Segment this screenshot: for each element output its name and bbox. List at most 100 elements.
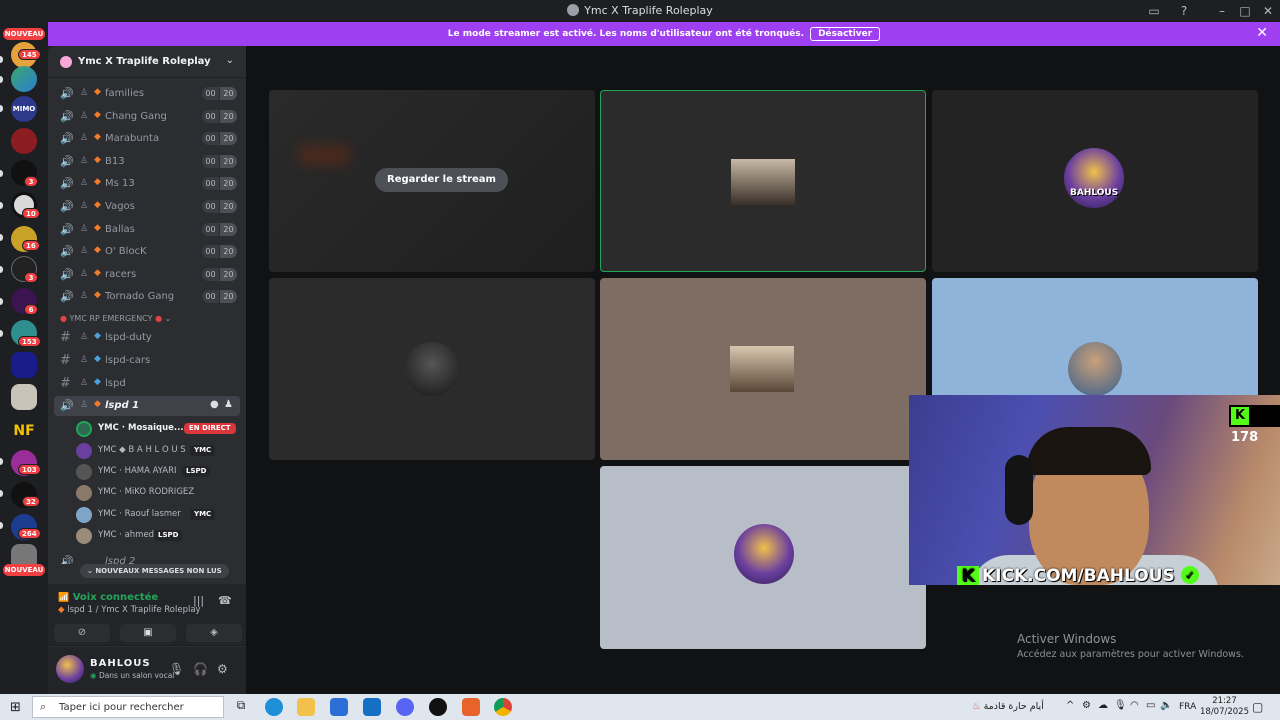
voice-user[interactable]: YMC · Raouf lasmer YMC bbox=[76, 505, 238, 525]
voice-channel-lspd-1[interactable]: 🔊 ♙ ◆ lspd 1 ● ♟ bbox=[54, 396, 240, 416]
server-header[interactable]: Ymc X Traplife Roleplay ⌄ bbox=[48, 46, 246, 78]
diamond-icon: ◆ bbox=[94, 267, 101, 278]
voice-channel[interactable]: 🔊 ♙ ◆ B13 00 20 bbox=[54, 152, 240, 172]
server-icon[interactable] bbox=[11, 352, 37, 378]
voice-channel[interactable]: 🔊 ♙ ◆ Tornado Gang 00 20 bbox=[54, 287, 240, 307]
headphones-icon[interactable]: 🎧 bbox=[193, 662, 208, 676]
voice-channel[interactable]: 🔊 ♙ ◆ families 00 20 bbox=[54, 84, 240, 104]
screen-share-button[interactable]: ▣ bbox=[120, 624, 176, 642]
participant-tile[interactable] bbox=[600, 466, 926, 649]
voice-channel[interactable]: 🔊 ♙ ◆ Chang Gang 00 20 bbox=[54, 107, 240, 127]
participant-tile[interactable]: BAHLOUS bbox=[932, 90, 1258, 272]
channel-label: Ballas bbox=[105, 223, 135, 235]
voice-user[interactable]: YMC · ahmed LSPD bbox=[76, 526, 238, 546]
watermark-title: Activer Windows bbox=[1017, 632, 1117, 646]
participant-tile[interactable] bbox=[269, 278, 595, 460]
server-icon[interactable] bbox=[11, 66, 37, 92]
voice-user[interactable]: YMC · Mosaique... EN DIRECT bbox=[76, 419, 238, 439]
voice-channel[interactable]: 🔊 ♙ ◆ Vagos 00 20 bbox=[54, 197, 240, 217]
tray-app-icon[interactable]: ⚙ bbox=[1082, 700, 1091, 711]
gear-icon[interactable]: ⚙ bbox=[217, 662, 228, 676]
microphone-icon[interactable]: 🎙 bbox=[169, 662, 184, 676]
channel-label: racers bbox=[105, 268, 137, 280]
voice-user-name: YMC · Raouf lasmer bbox=[98, 509, 181, 519]
wifi-icon[interactable]: ◠ bbox=[1130, 700, 1139, 711]
server-icon[interactable] bbox=[11, 128, 37, 154]
voice-user[interactable]: YMC · MiKO RODRIGEZ bbox=[76, 483, 238, 503]
outlook-icon[interactable] bbox=[363, 698, 381, 716]
noise-suppression-icon[interactable]: ||| bbox=[193, 594, 204, 607]
unread-pill bbox=[0, 105, 3, 112]
camera-off-button[interactable]: ⊘ bbox=[54, 624, 110, 642]
notification-icon[interactable]: ▢ bbox=[1252, 700, 1263, 714]
voice-channel[interactable]: 🔊 ♙ ◆ Ballas 00 20 bbox=[54, 220, 240, 240]
new-messages-pill[interactable]: ⌄ NOUVEAUX MESSAGES NON LUS bbox=[80, 564, 229, 578]
watch-stream-button[interactable]: Regarder le stream bbox=[375, 168, 508, 192]
task-view-icon[interactable]: ⧉ bbox=[232, 698, 250, 716]
unread-pill bbox=[0, 234, 3, 241]
user-panel: BAHLOUS ◉ Dans un salon vocal 🎙 🎧 ⚙ bbox=[48, 647, 246, 694]
help-icon[interactable]: ? bbox=[1176, 3, 1192, 19]
channel-lspd[interactable]: # ♙ ◆ lspd bbox=[54, 374, 240, 394]
volume-icon[interactable]: 🔈 bbox=[1160, 700, 1172, 711]
taskbar-search[interactable]: ⌕ Taper ici pour rechercher bbox=[32, 696, 224, 718]
speaker-icon: 🔊 bbox=[60, 399, 74, 412]
voice-channel[interactable]: 🔊 ♙ ◆ Marabunta 00 20 bbox=[54, 129, 240, 149]
voice-channel-info[interactable]: ◆ lspd 1 / Ymc X Traplife Roleplay bbox=[58, 605, 201, 615]
disable-streamer-mode-button[interactable]: Désactiver bbox=[810, 27, 881, 41]
avatar bbox=[76, 464, 92, 480]
close-banner-icon[interactable]: ✕ bbox=[1256, 25, 1268, 41]
inbox-icon[interactable]: ▭ bbox=[1146, 3, 1162, 19]
clock[interactable]: 21:27 18/07/2025 bbox=[1200, 696, 1249, 718]
participant-avatar bbox=[1064, 148, 1124, 208]
server-icon[interactable] bbox=[11, 384, 37, 410]
maximize-icon[interactable]: □ bbox=[1237, 3, 1253, 19]
store-icon[interactable] bbox=[330, 698, 348, 716]
user-limit: 20 bbox=[220, 132, 237, 146]
chevron-up-icon[interactable]: ^ bbox=[1066, 700, 1074, 711]
microphone-icon[interactable]: 🎙 bbox=[1114, 700, 1127, 711]
windows-start-icon[interactable]: ⊞ bbox=[10, 700, 21, 715]
server-icon-mimo[interactable]: MIMO bbox=[11, 96, 37, 122]
voice-channel[interactable]: 🔊 ♙ ◆ Ms 13 00 20 bbox=[54, 174, 240, 194]
diamond-icon: ◆ bbox=[94, 245, 101, 256]
participant-tile-speaking[interactable] bbox=[600, 90, 926, 272]
user-limit: 20 bbox=[220, 290, 237, 304]
voice-channel[interactable]: 🔊 ♙ ◆ O' BlocK 00 20 bbox=[54, 242, 240, 262]
username[interactable]: BAHLOUS bbox=[90, 658, 151, 669]
voice-status[interactable]: 📶 Voix connectée bbox=[58, 592, 158, 603]
voice-user[interactable]: YMC · HAMA AYARI LSPD bbox=[76, 462, 238, 482]
app-icon[interactable] bbox=[462, 698, 480, 716]
participant-tile[interactable] bbox=[600, 278, 926, 460]
chat-bubble-icon[interactable]: ● bbox=[210, 399, 219, 410]
discord-icon[interactable] bbox=[396, 698, 414, 716]
channel-lspd-duty[interactable]: # ♙ ◆ lspd-duty bbox=[54, 328, 240, 348]
channel-label: families bbox=[105, 88, 145, 99]
voice-user[interactable]: YMC ◆ B A H L O U S YMC bbox=[76, 441, 238, 461]
stream-tile[interactable]: Regarder le stream bbox=[269, 90, 595, 272]
server-badge-icon bbox=[60, 56, 72, 68]
battery-icon[interactable]: ▭ bbox=[1146, 700, 1155, 711]
network-icon[interactable]: ☁ bbox=[1098, 700, 1108, 711]
avatar-text: BAHLOUS bbox=[1070, 188, 1119, 198]
user-count: 00 bbox=[202, 290, 219, 304]
channel-lspd-cars[interactable]: # ♙ ◆ lspd-cars bbox=[54, 351, 240, 371]
file-explorer-icon[interactable] bbox=[297, 698, 315, 716]
activity-button[interactable]: ◈ bbox=[186, 624, 242, 642]
app-icon[interactable] bbox=[429, 698, 447, 716]
disconnect-icon[interactable]: ☎ bbox=[218, 594, 232, 607]
speaker-icon: 🔊 bbox=[60, 267, 74, 281]
category-emergency[interactable]: ● YMC RP EMERGENCY ● ⌄ bbox=[60, 314, 171, 323]
avatar[interactable] bbox=[56, 655, 84, 683]
chrome-icon[interactable] bbox=[494, 698, 512, 716]
weather-widget[interactable]: ♨ أيام حارة قادمة bbox=[972, 701, 1044, 712]
minimize-icon[interactable]: – bbox=[1214, 3, 1230, 19]
user-count: 00 bbox=[202, 267, 219, 281]
add-user-icon[interactable]: ♟ bbox=[224, 399, 233, 410]
voice-channel-lspd-2[interactable]: 🔊 lspd 2 bbox=[54, 552, 240, 564]
voice-channel[interactable]: 🔊 ♙ ◆ racers 00 20 bbox=[54, 265, 240, 285]
close-window-icon[interactable]: ✕ bbox=[1260, 3, 1276, 19]
server-icon-nf[interactable]: NF bbox=[11, 418, 37, 444]
language-indicator[interactable]: FRA bbox=[1179, 702, 1196, 712]
edge-icon[interactable] bbox=[265, 698, 283, 716]
